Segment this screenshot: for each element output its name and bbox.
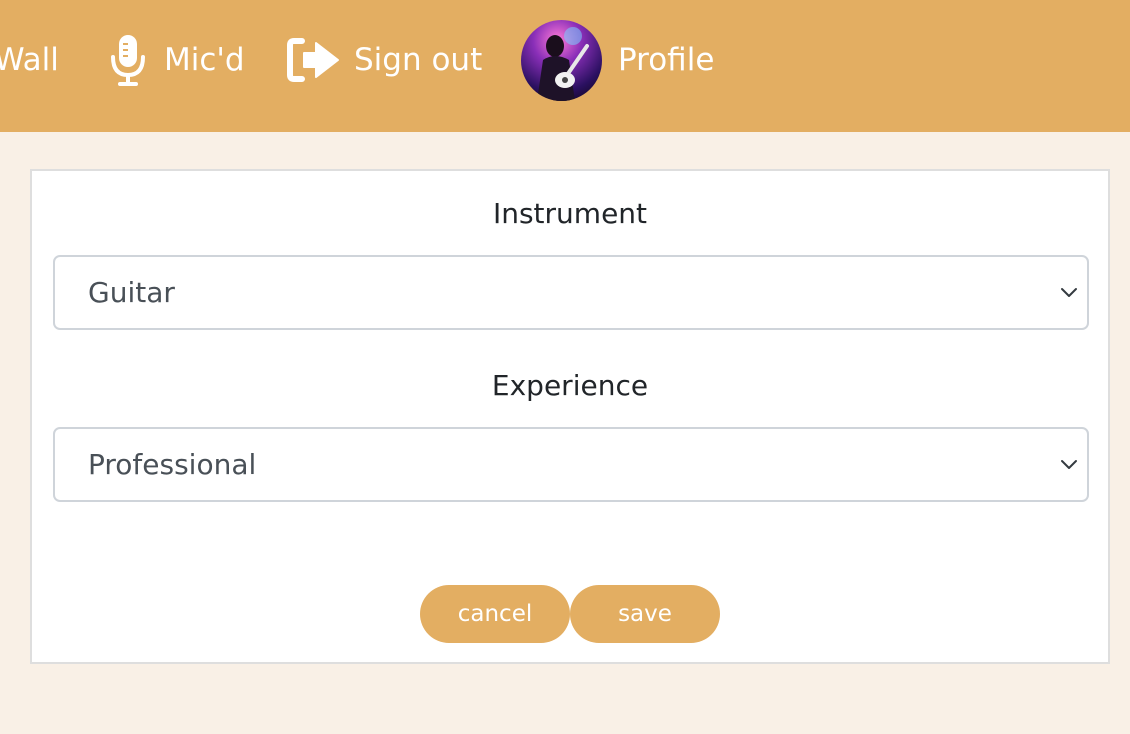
experience-select[interactable]: Professional [53,427,1089,502]
instrument-select-value: Guitar [88,276,175,309]
chevron-down-icon [1061,288,1077,297]
nav-wall-link[interactable]: Wall [0,0,59,120]
nav-signout-link[interactable]: Sign out [286,0,482,120]
top-navbar: Wall Mic'd Sign out Profile [0,0,1130,132]
nav-micd-link[interactable]: Mic'd [108,0,245,120]
microphone-icon [108,33,148,87]
nav-profile-link[interactable]: Profile [521,0,714,120]
experience-select-value: Professional [88,448,257,481]
cancel-button[interactable]: cancel [420,585,570,643]
instrument-select[interactable]: Guitar [53,255,1089,330]
edit-profile-card: Instrument Guitar Experience Professiona… [30,169,1110,664]
chevron-down-icon [1061,460,1077,469]
profile-avatar[interactable] [521,19,602,101]
sign-out-icon [286,37,340,83]
experience-label: Experience [491,369,649,402]
nav-signout-label: Sign out [354,42,483,78]
save-button[interactable]: save [570,585,720,643]
nav-wall-label: Wall [0,42,59,78]
nav-profile-label: Profile [618,42,715,78]
instrument-label: Instrument [492,197,648,230]
nav-micd-label: Mic'd [164,42,245,78]
